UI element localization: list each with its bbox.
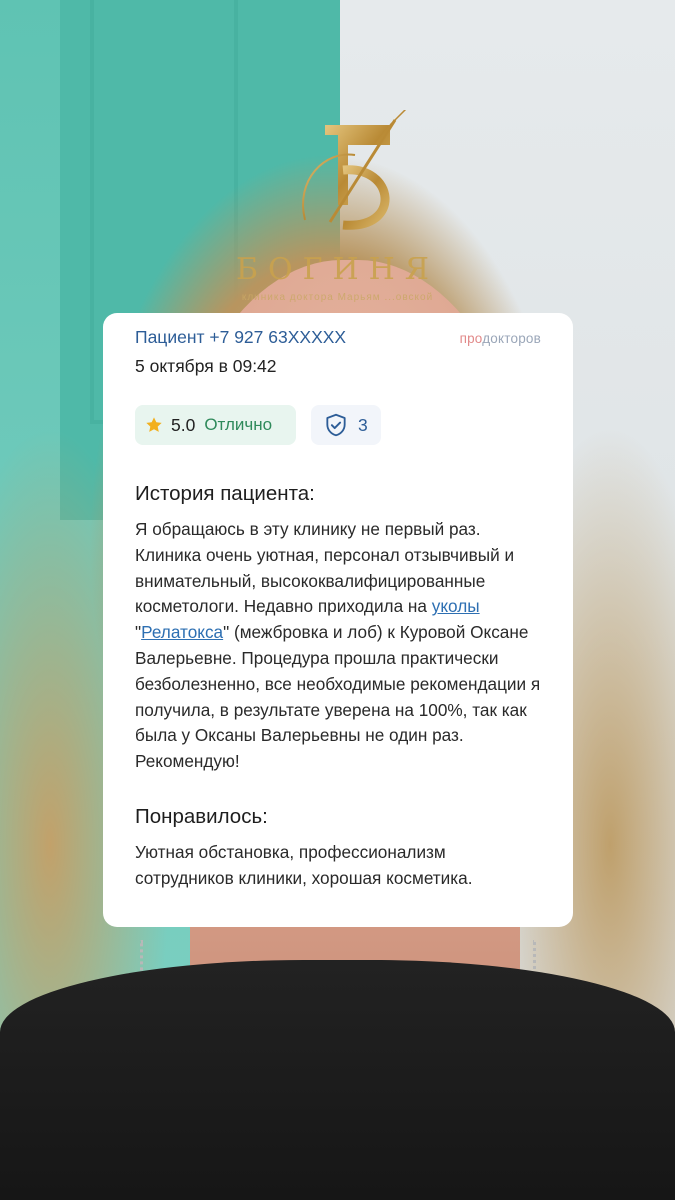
story-text: Я обращаюсь в эту клинику не первый раз.… (135, 517, 541, 775)
rating-label: Отлично (204, 415, 273, 434)
logo-monogram-icon (302, 110, 407, 230)
clinic-logo: БОГИНЯ клиника доктора Марьям ...овской (0, 110, 675, 310)
rating-value: 5.0 (171, 414, 196, 435)
liked-title: Понравилось: (135, 804, 268, 828)
logo-subtitle: клиника доктора Марьям ...овской (241, 292, 434, 303)
black-shirt (0, 960, 675, 1200)
logo-wordmark: БОГИНЯ (235, 252, 440, 287)
liked-text: Уютная обстановка, профессионализм сотру… (135, 841, 473, 888)
injections-link[interactable]: уколы (432, 596, 480, 616)
verification-badge[interactable]: 3 (311, 405, 381, 445)
brand-part-2: докторов (482, 331, 541, 346)
brand-part-1: про (459, 331, 483, 346)
review-header: Пациент +7 927 63XXXXX продокторов 5 окт… (135, 327, 541, 385)
story-text-part-3: " (межбровка и лоб) к Куровой Оксане Вал… (135, 622, 541, 772)
patient-phone: Пациент +7 927 63XXXXX (135, 327, 347, 347)
review-card: Пациент +7 927 63XXXXX продокторов 5 окт… (103, 313, 573, 927)
review-date: 5 октября в 09:42 (135, 356, 277, 376)
story-title: История пациента: (135, 482, 315, 505)
star-icon (146, 417, 162, 432)
relatox-link[interactable]: Релатокса (141, 622, 223, 642)
review-badges: 5.0 Отлично 3 (135, 405, 541, 449)
brand-logo: продокторов (460, 331, 541, 346)
rating-badge: 5.0 Отлично (135, 405, 296, 445)
shield-check-icon (326, 413, 346, 437)
verification-count: 3 (358, 414, 368, 435)
